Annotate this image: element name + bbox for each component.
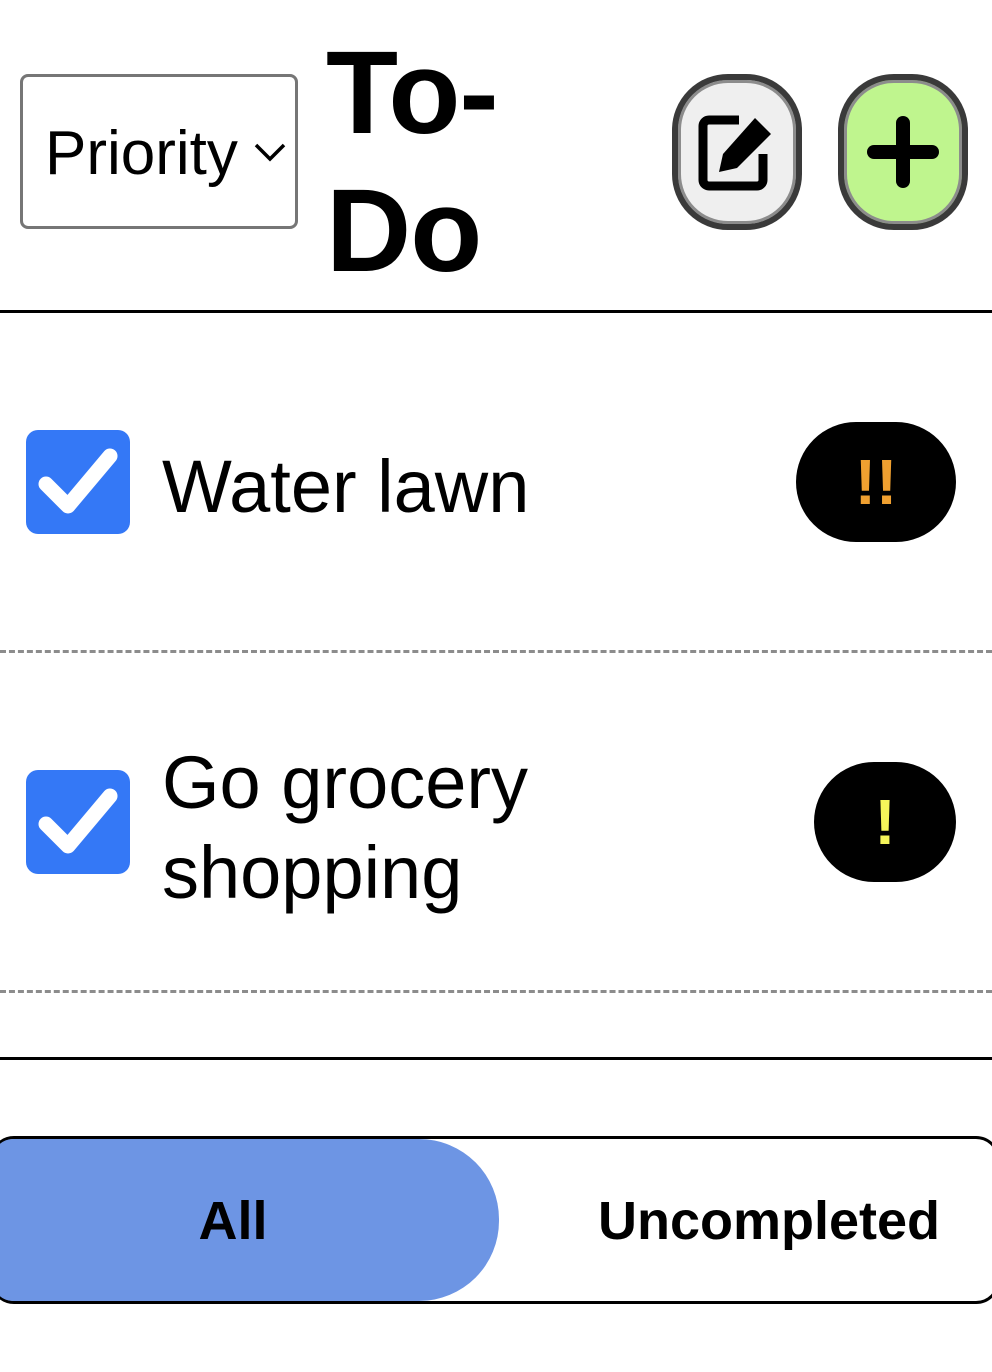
list-item: Water lawn !! — [0, 320, 992, 650]
item-divider — [0, 990, 992, 993]
filter-all-segment[interactable]: All — [0, 1139, 499, 1301]
checkmark-icon — [38, 788, 118, 854]
filter-uncompleted-label: Uncompleted — [597, 1191, 941, 1251]
todo-app: Priority To- Do Water lawn !! Go grocery… — [0, 0, 992, 1372]
sort-select-value: Priority — [45, 121, 238, 187]
todo-text: Water lawn — [162, 445, 530, 528]
header-divider — [0, 310, 992, 313]
priority-badge[interactable]: !! — [796, 422, 956, 542]
edit-icon — [698, 115, 771, 191]
filter-uncompleted-segment[interactable]: Uncompleted — [499, 1139, 992, 1301]
todo-text: Go grocery shopping — [162, 741, 529, 914]
plus-icon — [867, 116, 939, 188]
priority-badge[interactable]: ! — [814, 762, 956, 882]
checkmark-icon — [38, 448, 118, 514]
add-button[interactable] — [838, 74, 968, 230]
page-title-text: To- Do — [326, 27, 499, 297]
list-item: Go grocery shopping ! — [0, 653, 992, 990]
filter-all-label: All — [198, 1191, 268, 1251]
chevron-down-icon — [253, 141, 287, 168]
filter-segmented-control: All Uncompleted — [0, 1136, 992, 1304]
list-divider — [0, 1057, 992, 1060]
todo-checkbox[interactable] — [26, 770, 130, 874]
todo-checkbox[interactable] — [26, 430, 130, 534]
sort-select[interactable]: Priority — [20, 74, 298, 229]
edit-button[interactable] — [672, 74, 802, 230]
page-title: To- Do — [326, 24, 499, 300]
